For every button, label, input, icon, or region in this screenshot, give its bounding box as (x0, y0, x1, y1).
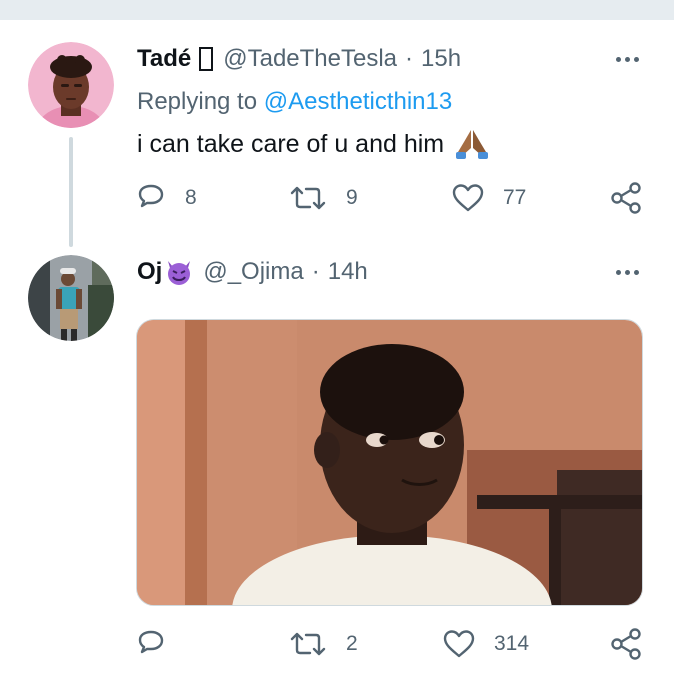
tweet-text-content: i can take care of u and him (137, 129, 445, 158)
share-icon (611, 628, 641, 660)
tweet-text: i can take care of u and him (137, 128, 490, 160)
timestamp[interactable]: 14h (328, 258, 368, 286)
like-icon (452, 184, 484, 212)
like-count: 77 (503, 186, 527, 209)
action-bar: 8 9 77 (135, 178, 645, 218)
reply-button[interactable] (135, 624, 185, 664)
tweet-header: Oj @_Ojima · 14h (137, 257, 368, 287)
more-icon[interactable] (610, 44, 644, 74)
avatar[interactable] (28, 255, 114, 341)
display-name[interactable]: Tadé (137, 45, 191, 73)
separator: · (405, 45, 414, 72)
more-icon[interactable] (610, 257, 644, 287)
display-name[interactable]: Oj (137, 258, 162, 286)
replying-to: Replying to @Aestheticthin13 (137, 88, 452, 116)
retweet-button[interactable]: 9 (288, 178, 358, 218)
share-icon (611, 182, 641, 214)
missing-glyph-icon (199, 47, 214, 71)
smiling-devil-icon (165, 258, 193, 286)
like-button[interactable]: 77 (451, 178, 526, 218)
like-icon (443, 630, 475, 658)
reply-icon (138, 184, 164, 208)
like-count: 314 (494, 632, 530, 655)
separator: · (311, 258, 320, 285)
tweet-media-gif[interactable] (136, 319, 643, 606)
reply-count: 8 (185, 186, 197, 209)
handle[interactable]: @TadeTheTesla (223, 45, 397, 73)
reply-icon (138, 630, 164, 654)
folded-hands-icon (454, 128, 490, 160)
tweet-header: Tadé @TadeTheTesla · 15h (137, 44, 461, 74)
replying-prefix: Replying to (137, 88, 258, 115)
like-button[interactable]: 314 (442, 624, 529, 664)
avatar[interactable] (28, 42, 114, 128)
retweet-icon (290, 632, 326, 656)
retweet-count: 2 (346, 632, 358, 655)
share-button[interactable] (609, 624, 643, 664)
action-bar: 2 314 (135, 624, 645, 664)
mention-link[interactable]: @Aestheticthin13 (264, 88, 452, 115)
share-button[interactable] (609, 178, 643, 218)
top-strip (0, 0, 674, 20)
retweet-button[interactable]: 2 (288, 624, 358, 664)
retweet-icon (290, 186, 326, 210)
reply-button[interactable]: 8 (135, 178, 197, 218)
handle[interactable]: @_Ojima (203, 258, 303, 286)
thread-line (69, 137, 73, 247)
retweet-count: 9 (346, 186, 358, 209)
timestamp[interactable]: 15h (421, 45, 461, 73)
